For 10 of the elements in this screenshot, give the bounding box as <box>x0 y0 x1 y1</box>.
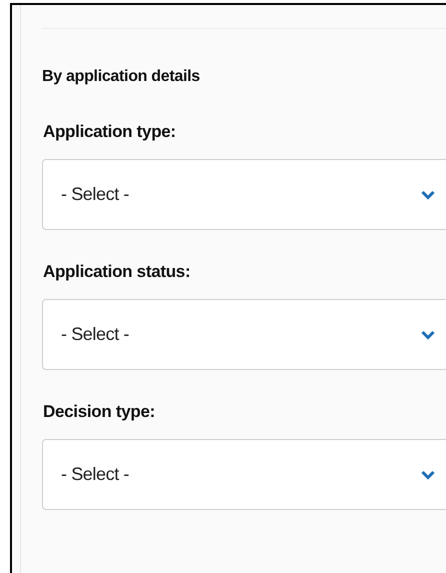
select-dropdown[interactable]: - Select - <box>42 159 446 230</box>
field-label: Decision type: <box>42 401 156 423</box>
section-heading: By application details <box>42 67 201 87</box>
chevron-down-icon <box>421 190 435 200</box>
chevron-down-icon <box>421 330 435 340</box>
field-label: Application status: <box>42 261 192 283</box>
select-dropdown[interactable]: - Select - <box>42 299 446 370</box>
field-label: Application type: <box>42 121 177 143</box>
chevron-down-icon <box>421 470 435 480</box>
select-dropdown[interactable]: - Select - <box>42 439 446 510</box>
